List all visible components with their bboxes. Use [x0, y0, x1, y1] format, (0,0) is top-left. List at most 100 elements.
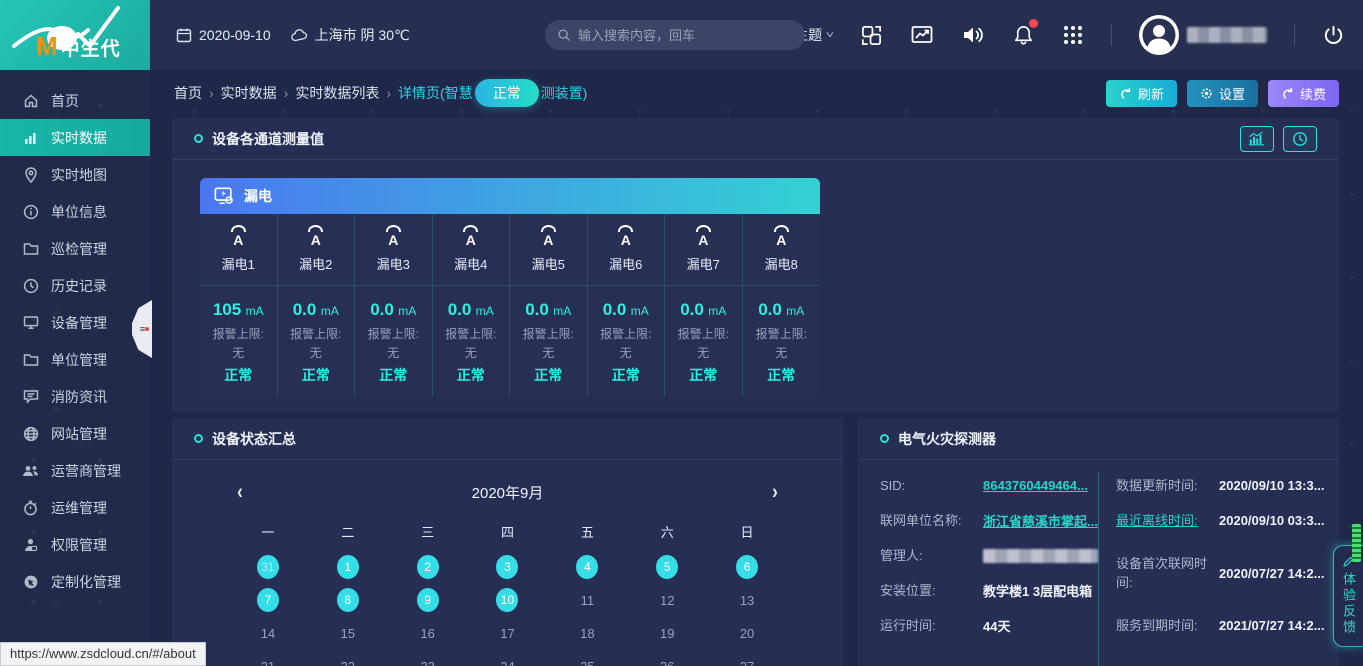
- channel-name: 漏电7: [687, 254, 720, 273]
- history-time-button[interactable]: [1283, 126, 1317, 152]
- calendar-day-2[interactable]: 2: [388, 555, 468, 579]
- clock-icon: [22, 278, 39, 294]
- date-text: 2020-09-10: [199, 27, 271, 43]
- refresh-button[interactable]: 刷新: [1106, 80, 1177, 107]
- calendar-day-24[interactable]: 24: [468, 654, 548, 666]
- sidebar-item-label: 设备管理: [51, 313, 107, 333]
- channel-grid: A漏电1105 mA报警上限:无正常A漏电20.0 mA报警上限:无正常A漏电3…: [200, 214, 820, 397]
- settings-button[interactable]: 设置: [1187, 80, 1258, 107]
- calendar-day-22[interactable]: 22: [308, 654, 388, 666]
- calendar-day-9[interactable]: 9: [388, 588, 468, 612]
- weekday-label: 一: [228, 522, 308, 547]
- channel-status: 正常: [224, 365, 252, 385]
- calendar-day-21[interactable]: 21: [228, 654, 308, 666]
- detail-row-last-offline-time: 最近离线时间:2020/09/10 03:3...: [1116, 503, 1333, 538]
- sidebar-menu: 首页实时数据实时地图单位信息巡检管理历史记录设备管理单位管理消防资讯网站管理运营…: [0, 70, 150, 600]
- renew-button[interactable]: 续费: [1268, 80, 1339, 107]
- calendar-day-17[interactable]: 17: [468, 621, 548, 645]
- sidebar-item-home[interactable]: 首页: [0, 82, 150, 119]
- calendar-day-19[interactable]: 19: [627, 621, 707, 645]
- chart-view-button[interactable]: [1240, 126, 1274, 152]
- sidebar-item-fire-news[interactable]: 消防资讯: [0, 378, 150, 415]
- calendar-day-8[interactable]: 8: [308, 588, 388, 612]
- feedback-label: 体验反馈: [1339, 572, 1358, 636]
- calendar-day-26[interactable]: 26: [627, 654, 707, 666]
- calendar-day-13[interactable]: 13: [707, 588, 787, 612]
- calendar-day-31[interactable]: 31: [228, 555, 308, 579]
- notification-bell-icon[interactable]: [1012, 23, 1035, 47]
- info-icon: [22, 204, 39, 220]
- cloud-icon: [291, 28, 308, 43]
- speaker-icon[interactable]: [961, 24, 985, 46]
- channel-value: 0.0 mA: [370, 300, 416, 320]
- sidebar-item-unit-mgmt[interactable]: 单位管理: [0, 341, 150, 378]
- calendar-day-23[interactable]: 23: [388, 654, 468, 666]
- detail-label: 设备首次联网时间:: [1116, 554, 1219, 593]
- sidebar-item-history[interactable]: 历史记录: [0, 267, 150, 304]
- chat-icon: [22, 389, 39, 404]
- calendar-day-20[interactable]: 20: [707, 621, 787, 645]
- sidebar-item-custom-mgmt[interactable]: 定制化管理: [0, 563, 150, 600]
- sidebar-item-realtime-data[interactable]: 实时数据: [0, 119, 150, 156]
- detail-row-data-update-time: 数据更新时间:2020/09/10 13:3...: [1116, 468, 1333, 503]
- sidebar-item-unit-info[interactable]: 单位信息: [0, 193, 150, 230]
- user-menu[interactable]: [1139, 15, 1267, 55]
- antenna-icon: [618, 225, 633, 232]
- calendar-day-11[interactable]: 11: [547, 588, 627, 612]
- scrollbar-thumb[interactable]: [1352, 524, 1361, 562]
- folder-icon: [22, 353, 39, 367]
- calendar-day-6[interactable]: 6: [707, 555, 787, 579]
- detail-value: 教学楼1 3层配电箱: [983, 581, 1092, 600]
- search-input[interactable]: [578, 28, 793, 43]
- channel-alarm-limit: 报警上限:无: [523, 325, 574, 362]
- detail-value[interactable]: 浙江省慈溪市掌起...: [983, 511, 1098, 530]
- channel-value: 0.0 mA: [603, 300, 649, 320]
- calendar-next-button[interactable]: ›: [763, 480, 787, 505]
- search-bar[interactable]: [545, 20, 805, 50]
- detail-label: 数据更新时间:: [1116, 476, 1219, 496]
- calendar-day-4[interactable]: 4: [547, 555, 627, 579]
- detail-row-first-online-time: 设备首次联网时间:2020/07/27 14:2...: [1116, 538, 1333, 608]
- calendar-day-12[interactable]: 12: [627, 588, 707, 612]
- sidebar-item-label: 单位信息: [51, 202, 107, 222]
- sidebar-item-label: 权限管理: [51, 535, 107, 555]
- power-logout-icon[interactable]: [1322, 24, 1345, 47]
- sidebar-item-device-mgmt[interactable]: 设备管理: [0, 304, 150, 341]
- calendar-day-5[interactable]: 5: [627, 555, 707, 579]
- calendar-day-10[interactable]: 10: [468, 588, 548, 612]
- sidebar-item-inspection-mgmt[interactable]: 巡检管理: [0, 230, 150, 267]
- breadcrumb-realtime-list[interactable]: 实时数据列表: [295, 83, 379, 103]
- calendar-day-14[interactable]: 14: [228, 621, 308, 645]
- calendar-day-27[interactable]: 27: [707, 654, 787, 666]
- calendar-day-25[interactable]: 25: [547, 654, 627, 666]
- calendar-day-1[interactable]: 1: [308, 555, 388, 579]
- channel-漏电4: A漏电40.0 mA报警上限:无正常: [433, 214, 511, 397]
- detail-value[interactable]: 8643760449464...: [983, 478, 1088, 493]
- channel-header: A漏电7: [665, 214, 742, 286]
- breadcrumb-realtime-data[interactable]: 实时数据: [221, 83, 277, 103]
- leakage-card-header: 漏电: [200, 178, 820, 214]
- apps-grid-icon[interactable]: [1062, 24, 1084, 46]
- sidebar-item-website-mgmt[interactable]: 网站管理: [0, 415, 150, 452]
- calendar-day-15[interactable]: 15: [308, 621, 388, 645]
- calendar-day-16[interactable]: 16: [388, 621, 468, 645]
- channel-alarm-limit: 报警上限:无: [678, 325, 729, 362]
- app-logo[interactable]: M中生代: [0, 0, 150, 70]
- layout-switch-icon[interactable]: [860, 24, 883, 47]
- sidebar-item-operator-mgmt[interactable]: 运营商管理: [0, 452, 150, 489]
- calendar-day-18[interactable]: 18: [547, 621, 627, 645]
- breadcrumb-home[interactable]: 首页: [174, 83, 202, 103]
- calendar-day-3[interactable]: 3: [468, 555, 548, 579]
- channel-value: 0.0 mA: [525, 300, 571, 320]
- monitor-chart-icon[interactable]: [910, 23, 934, 47]
- username-redacted: [1187, 27, 1267, 43]
- sidebar-item-ops-mgmt[interactable]: 运维管理: [0, 489, 150, 526]
- channel-name: 漏电6: [609, 254, 642, 273]
- channel-name: 漏电4: [454, 254, 487, 273]
- detail-label[interactable]: 最近离线时间:: [1116, 511, 1219, 531]
- channel-value: 0.0 mA: [293, 300, 339, 320]
- sidebar-item-permission-mgmt[interactable]: 权限管理: [0, 526, 150, 563]
- sidebar-item-realtime-map[interactable]: 实时地图: [0, 156, 150, 193]
- calendar-prev-button[interactable]: ‹: [228, 480, 252, 505]
- calendar-day-7[interactable]: 7: [228, 588, 308, 612]
